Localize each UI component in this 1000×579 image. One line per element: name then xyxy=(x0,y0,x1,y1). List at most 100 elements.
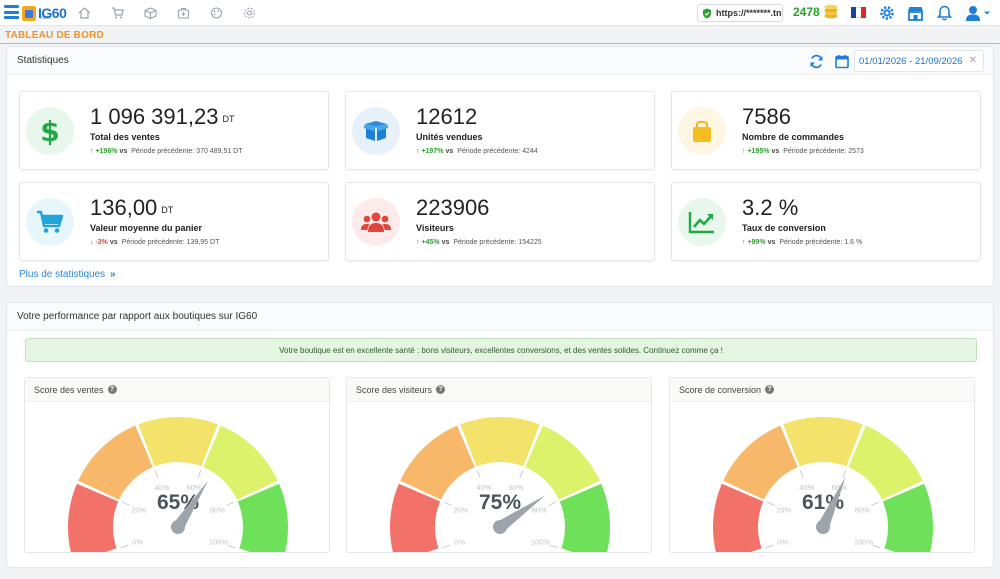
gauge-tick xyxy=(519,470,524,479)
gauge-tick-label: 100% xyxy=(531,538,551,547)
french-flag-icon[interactable] xyxy=(851,7,866,18)
stat-card-average-basket: 136,00 DT Valeur moyenne du panier ↓ -3% v… xyxy=(19,182,329,261)
page-title: TABLEAU DE BORD xyxy=(5,30,104,41)
bell-icon[interactable] xyxy=(935,4,953,22)
gauge-tick xyxy=(120,544,129,549)
gauge-tick xyxy=(227,544,236,549)
stat-trend: ↑ +99% vs Période précédente: 1.6 % xyxy=(742,239,863,246)
dollar-icon: $ xyxy=(26,107,74,155)
stat-card-units-sold: 12612 Unités vendues ↑ +197% vs Période p… xyxy=(345,91,655,170)
gauge-tick xyxy=(226,501,234,506)
gauge-segment xyxy=(78,425,153,500)
stat-trend: ↓ -3% vs Période précédente: 139,95 DT xyxy=(90,239,220,246)
gauge-needle-hub xyxy=(816,520,830,534)
gauge-tick xyxy=(154,470,159,479)
gauge-tick-label: 100% xyxy=(854,538,874,547)
first-aid-nav-icon[interactable] xyxy=(175,5,191,21)
gauge-segment xyxy=(400,425,475,500)
gauge-tick xyxy=(122,501,130,506)
box-icon xyxy=(352,107,400,155)
store-url-badge[interactable]: https://*******.tn xyxy=(697,4,783,22)
store-icon[interactable] xyxy=(906,4,924,22)
refresh-icon[interactable] xyxy=(807,52,825,70)
help-icon[interactable]: ? xyxy=(765,385,775,394)
stat-label: Visiteurs xyxy=(416,223,454,233)
chart-line-icon xyxy=(678,198,726,246)
health-alert-text: Votre boutique est en excellente santé :… xyxy=(279,345,723,355)
gauge-segment xyxy=(783,417,863,467)
stat-label: Total des ventes xyxy=(90,132,160,142)
gauge-title: Score des ventes xyxy=(34,384,104,395)
statistics-title: Statistiques xyxy=(17,55,69,66)
gauge-title: Score des visiteurs xyxy=(356,384,433,395)
gauge-card-conversion: Score de conversion ? 0% 20% 40% 60% 80% 100%… xyxy=(669,377,975,553)
stat-card-visitors: 223906 Visiteurs ↑ +45% vs Période précéd… xyxy=(345,182,655,261)
gauge-needle-hub xyxy=(493,520,507,534)
date-range-picker[interactable]: 01/01/2026 - 21/09/2026 ✕ xyxy=(854,50,984,72)
settings-nav-icon[interactable] xyxy=(241,5,257,21)
gauge-tick xyxy=(197,470,202,479)
gauge-tick-label: 80% xyxy=(210,506,225,515)
gauge-segment xyxy=(203,425,278,500)
stat-label: Valeur moyenne du panier xyxy=(90,223,203,233)
help-icon[interactable]: ? xyxy=(436,385,446,394)
shopping-bag-icon xyxy=(678,107,726,155)
user-menu-icon[interactable] xyxy=(964,4,992,22)
gauge-tick-label: 100% xyxy=(209,538,229,547)
stat-card-conversion-rate: 3.2 % Taux de conversion ↑ +99% vs Périod… xyxy=(671,182,981,261)
top-nav xyxy=(76,5,257,21)
gauge-card-visitors: Score des visiteurs ? 0% 20% 40% 60% 80% 100%… xyxy=(346,377,652,553)
gauge-chart: 0%20%40% 60%80%100%75% xyxy=(390,417,610,552)
clear-date-icon[interactable]: ✕ xyxy=(969,55,977,66)
gauge-tick-label: 20% xyxy=(131,506,146,515)
gauge-tick xyxy=(548,501,556,506)
statistics-panel: Statistiques 01/01/2026 - 21/09/2026 ✕ $… xyxy=(6,46,994,287)
stat-card-orders: 7586 Nombre de commandes ↑ +195% vs Pério… xyxy=(671,91,981,170)
gauge-tick xyxy=(872,544,881,549)
hamburger-menu-icon[interactable] xyxy=(4,5,19,19)
gauge-header: Score de conversion ? xyxy=(670,378,974,402)
gauge-header: Score des visiteurs ? xyxy=(347,378,651,402)
gauge-segment xyxy=(460,417,540,467)
gauge-tick xyxy=(842,470,847,479)
stat-label: Unités vendues xyxy=(416,132,483,142)
health-alert: Votre boutique est en excellente santé :… xyxy=(25,338,977,362)
gauge-value-label: 75% xyxy=(479,491,521,514)
home-icon[interactable] xyxy=(76,5,92,21)
coins-icon xyxy=(824,4,838,19)
cart-icon xyxy=(26,198,74,246)
gauge-tick xyxy=(549,544,558,549)
box-nav-icon[interactable] xyxy=(142,5,158,21)
stat-value: 12612 xyxy=(416,104,478,129)
coin-count: 2478 xyxy=(793,4,820,19)
gear-icon[interactable] xyxy=(878,4,896,22)
more-statistics-link[interactable]: Plus de statistiques » xyxy=(19,269,116,280)
gauge-tick-label: 0% xyxy=(132,538,143,547)
stat-value: 3.2 % xyxy=(742,195,799,220)
coin-balance[interactable]: 2478 xyxy=(793,4,839,19)
gauge-chart: 0%20%40% 60%80%100%61% xyxy=(713,417,933,552)
palette-nav-icon[interactable] xyxy=(208,5,224,21)
gauge-segment xyxy=(848,425,923,500)
cart-nav-icon[interactable] xyxy=(109,5,125,21)
gauge-chart: 0%20%40% 60%80%100%65% xyxy=(68,417,288,552)
top-bar: IG60 .com https://*******.tn 2478 xyxy=(0,0,1000,26)
gauge-tick-label: 80% xyxy=(855,506,870,515)
calendar-icon[interactable] xyxy=(833,52,851,70)
store-logo-icon xyxy=(22,5,36,21)
gauge-card-sales: Score des ventes ? 0% 20% 40% 60% 80% 100% 65% xyxy=(24,377,330,553)
gauge-segment xyxy=(138,417,218,467)
gauge-tick xyxy=(442,544,451,549)
performance-panel-header: Votre performance par rapport aux boutiq… xyxy=(7,303,993,331)
stat-label: Nombre de commandes xyxy=(742,132,845,142)
help-icon[interactable]: ? xyxy=(107,385,117,394)
gauge-tick-label: 20% xyxy=(453,506,468,515)
gauge-tick-label: 20% xyxy=(776,506,791,515)
gauge-tick-label: 0% xyxy=(454,538,465,547)
gauge-tick xyxy=(476,470,481,479)
store-url: https://*******.tn xyxy=(716,8,782,18)
performance-title: Votre performance par rapport aux boutiq… xyxy=(17,311,258,322)
stat-label: Taux de conversion xyxy=(742,223,826,233)
stat-trend: ↑ +196% vs Période précédente: 370 489,51… xyxy=(90,148,243,155)
gauge-tick xyxy=(765,544,774,549)
